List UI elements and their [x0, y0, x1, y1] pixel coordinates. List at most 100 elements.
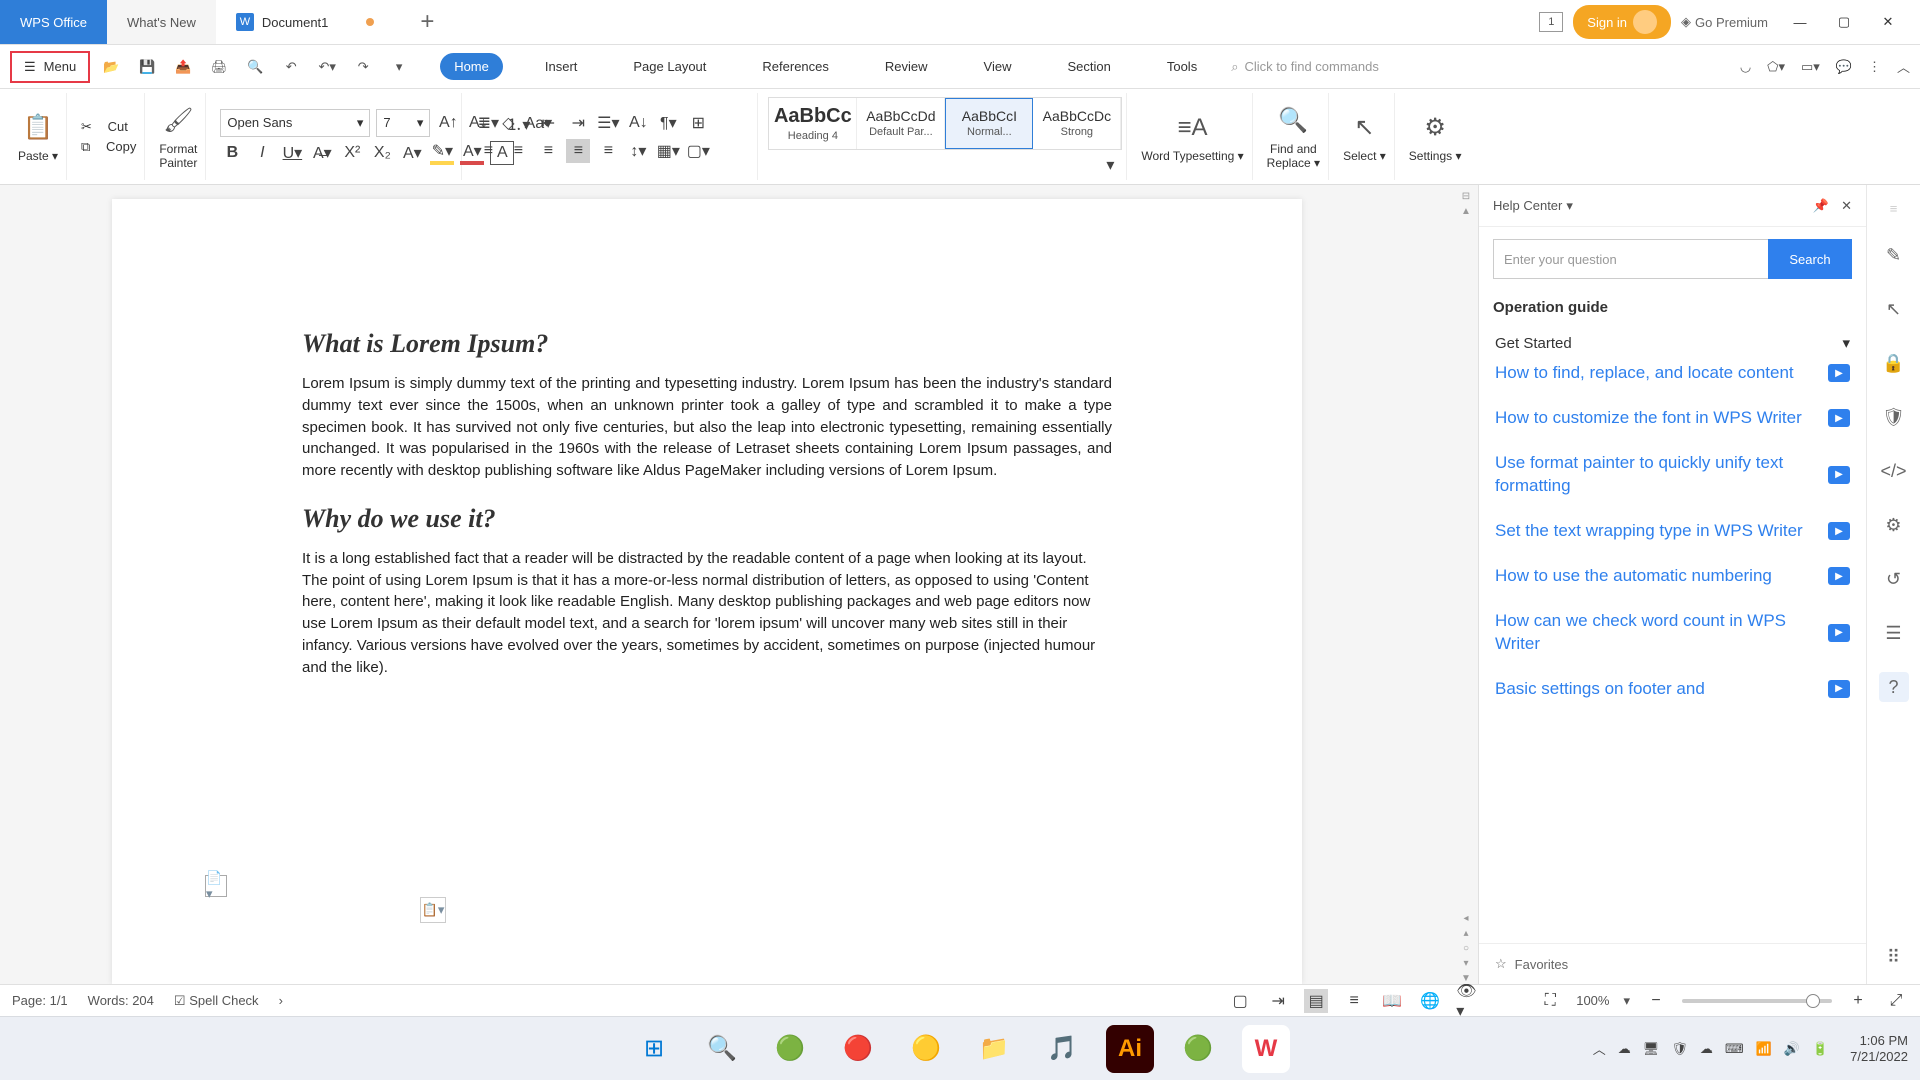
reading-view-icon[interactable]: 📖 [1380, 989, 1404, 1013]
start-button[interactable]: ⊞ [630, 1025, 678, 1073]
justify-icon[interactable]: ≡ [566, 139, 590, 163]
line-spacing-icon[interactable]: ↕▾ [626, 139, 650, 163]
cursor-icon[interactable]: ↖ [1879, 294, 1909, 324]
cut-button[interactable]: ✂ Cut [81, 119, 136, 135]
go-premium-button[interactable]: ◈ Go Premium [1681, 14, 1768, 30]
minimize-button[interactable]: — [1778, 0, 1822, 45]
redo-icon[interactable]: ↷ [352, 56, 374, 78]
fit-width-icon[interactable]: ⇥ [1266, 989, 1290, 1013]
align-right-icon[interactable]: ≡ [536, 139, 560, 163]
paste-options-icon[interactable]: 📋▾ [420, 897, 446, 923]
window-icon[interactable]: ▭▾ [1801, 59, 1820, 75]
eye-protect-icon[interactable]: 👁▾ [1456, 989, 1480, 1013]
page-options-icon[interactable]: 📄▾ [205, 875, 227, 897]
fit-icon[interactable]: ⛶ [1538, 989, 1562, 1013]
help-link-1[interactable]: How to customize the font in WPS Writer▶ [1495, 407, 1850, 430]
battery-icon[interactable]: 🔋 [1812, 1041, 1828, 1057]
font-size-select[interactable]: 7▾ [376, 109, 430, 137]
tab-references[interactable]: References [748, 53, 842, 80]
tab-review[interactable]: Review [871, 53, 942, 80]
app-tab[interactable]: WPS Office [0, 0, 107, 44]
help-link-3[interactable]: Set the text wrapping type in WPS Writer… [1495, 520, 1850, 543]
eraser-icon[interactable]: ◡ [1740, 59, 1751, 75]
outline-icon[interactable]: ☰ [1879, 618, 1909, 648]
sort-icon[interactable]: A↓ [626, 111, 650, 135]
fullscreen-icon[interactable]: ⤢ [1884, 989, 1908, 1013]
outdent-icon[interactable]: ⇤ [536, 111, 560, 135]
zoom-in-button[interactable]: + [1846, 989, 1870, 1013]
help-search-input[interactable]: Enter your question [1493, 239, 1768, 279]
new-tab-button[interactable]: + [402, 0, 452, 44]
zoom-slider[interactable] [1682, 999, 1832, 1003]
highlight-icon[interactable]: ✎▾ [430, 141, 454, 165]
strike-button[interactable]: A̶▾ [310, 141, 334, 165]
music-icon[interactable]: 🎵 [1038, 1025, 1086, 1073]
font-name-select[interactable]: Open Sans▾ [220, 109, 370, 137]
vertical-scrollbar[interactable]: ⊟ ▲ ◂▴○▾ ▼ [1454, 185, 1478, 984]
help-link-6[interactable]: Basic settings on footer and▶ [1495, 678, 1850, 701]
page-indicator[interactable]: Page: 1/1 [12, 993, 68, 1008]
history-icon[interactable]: ↺ [1879, 564, 1909, 594]
bullets-icon[interactable]: ≣▾ [476, 111, 500, 135]
sign-in-button[interactable]: Sign in [1573, 5, 1671, 39]
apps-icon[interactable]: ⠿ [1879, 942, 1909, 972]
increase-font-icon[interactable]: A↑ [436, 111, 460, 135]
find-icon[interactable]: 🔍 [1276, 104, 1310, 138]
bold-button[interactable]: B [220, 141, 244, 165]
indent-icon[interactable]: ⇥ [566, 111, 590, 135]
help-link-2[interactable]: Use format painter to quickly unify text… [1495, 452, 1850, 498]
shading-icon[interactable]: ▦▾ [656, 139, 680, 163]
feedback-icon[interactable]: 💬 [1836, 59, 1852, 75]
keyboard-icon[interactable]: ⌨ [1725, 1041, 1744, 1057]
web-view-icon[interactable]: 🌐 [1418, 989, 1442, 1013]
help-link-5[interactable]: How can we check word count in WPS Write… [1495, 610, 1850, 656]
italic-button[interactable]: I [250, 141, 274, 165]
tray-expand-icon[interactable]: ︿ [1593, 1039, 1606, 1058]
taskbar-clock[interactable]: 1:06 PM 7/21/2022 [1850, 1033, 1908, 1064]
lock-icon[interactable]: 🔒 [1879, 348, 1909, 378]
underline-button[interactable]: U▾ [280, 141, 304, 165]
wps-taskbar-icon[interactable]: W [1242, 1025, 1290, 1073]
tab-home[interactable]: Home [440, 53, 503, 80]
tab-insert[interactable]: Insert [531, 53, 592, 80]
zoom-out-button[interactable]: − [1644, 989, 1668, 1013]
find-replace-button[interactable]: Find and Replace ▾ [1267, 142, 1320, 170]
paste-button[interactable]: Paste ▾ [18, 149, 58, 163]
window-mode-icon[interactable]: 1 [1539, 12, 1563, 32]
zoom-level[interactable]: 100% [1576, 993, 1609, 1008]
print-icon[interactable]: 🖨 [208, 56, 230, 78]
subscript-button[interactable]: X₂ [370, 141, 394, 165]
word-typesetting-button[interactable]: Word Typesetting ▾ [1141, 149, 1243, 163]
print-layout-icon[interactable]: ▤ [1304, 989, 1328, 1013]
illustrator-icon[interactable]: Ai [1106, 1025, 1154, 1073]
security-icon[interactable]: 🛡 [1671, 1041, 1688, 1057]
export-icon[interactable]: 📤 [172, 56, 194, 78]
tab-view[interactable]: View [970, 53, 1026, 80]
collapse-ribbon-icon[interactable]: ︿ [1897, 57, 1910, 76]
styles-gallery[interactable]: AaBbCcHeading 4 AaBbCcDdDefault Par... A… [768, 97, 1122, 150]
undo-icon[interactable]: ↶ [280, 56, 302, 78]
format-painter-button[interactable]: Format Painter [159, 142, 197, 170]
select-button[interactable]: Select ▾ [1343, 149, 1386, 163]
chrome-3-icon[interactable]: 🟡 [902, 1025, 950, 1073]
split-icon[interactable]: ⊟ [1462, 191, 1470, 202]
chrome-4-icon[interactable]: 🟢 [1174, 1025, 1222, 1073]
close-button[interactable]: ✕ [1866, 0, 1910, 45]
command-search[interactable]: ⌕ Click to find commands [1231, 59, 1379, 75]
onedrive-icon[interactable]: ☁ [1700, 1041, 1713, 1057]
whats-new-tab[interactable]: What's New [107, 0, 216, 44]
styles-more-icon[interactable]: ▾ [1098, 154, 1122, 176]
tab-settings-icon[interactable]: ⊞ [686, 111, 710, 135]
menu-button[interactable]: ☰ Menu [10, 51, 90, 83]
help-link-0[interactable]: How to find, replace, and locate content… [1495, 362, 1850, 385]
shield-icon[interactable]: 🛡 [1879, 402, 1909, 432]
fit-page-icon[interactable]: ▢ [1228, 989, 1252, 1013]
preview-icon[interactable]: 🔍 [244, 56, 266, 78]
outline-view-icon[interactable]: ≡ [1342, 989, 1366, 1013]
file-explorer-icon[interactable]: 📁 [970, 1025, 1018, 1073]
chrome-icon[interactable]: 🟢 [766, 1025, 814, 1073]
word-count[interactable]: Words: 204 [88, 993, 154, 1008]
page[interactable]: What is Lorem Ipsum? Lorem Ipsum is simp… [112, 199, 1302, 984]
help-rail-icon[interactable]: ? [1879, 672, 1909, 702]
tab-page-layout[interactable]: Page Layout [619, 53, 720, 80]
